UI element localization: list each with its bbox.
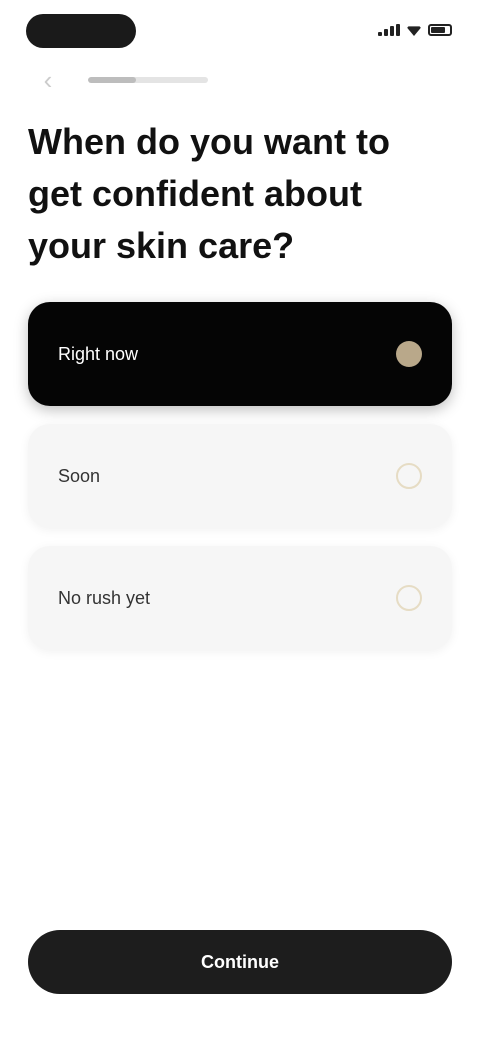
- status-pill: [26, 14, 136, 48]
- screen: ‹ When do you want to get confident abou…: [0, 0, 480, 1040]
- option-item[interactable]: Soon: [28, 424, 452, 528]
- option-label: No rush yet: [58, 587, 151, 608]
- option-label: Right now: [58, 343, 139, 364]
- status-indicators: [378, 24, 452, 36]
- question-title: When do you want to get confident about …: [28, 121, 390, 266]
- option-item[interactable]: Right now: [28, 302, 452, 406]
- option-item[interactable]: No rush yet: [28, 546, 452, 650]
- radio-icon: [396, 341, 422, 367]
- wifi-icon: [406, 26, 422, 36]
- top-navigation: ‹: [28, 62, 208, 98]
- chevron-left-icon[interactable]: ‹: [28, 62, 68, 98]
- continue-button[interactable]: Continue: [28, 930, 452, 994]
- radio-icon: [396, 463, 422, 489]
- signal-icon: [378, 24, 400, 36]
- options-list: Right now Soon No rush yet: [28, 302, 452, 650]
- progress-bar: [88, 77, 208, 83]
- option-label: Soon: [58, 465, 101, 486]
- battery-icon: [428, 24, 452, 36]
- radio-icon: [396, 585, 422, 611]
- progress-fill: [88, 77, 136, 83]
